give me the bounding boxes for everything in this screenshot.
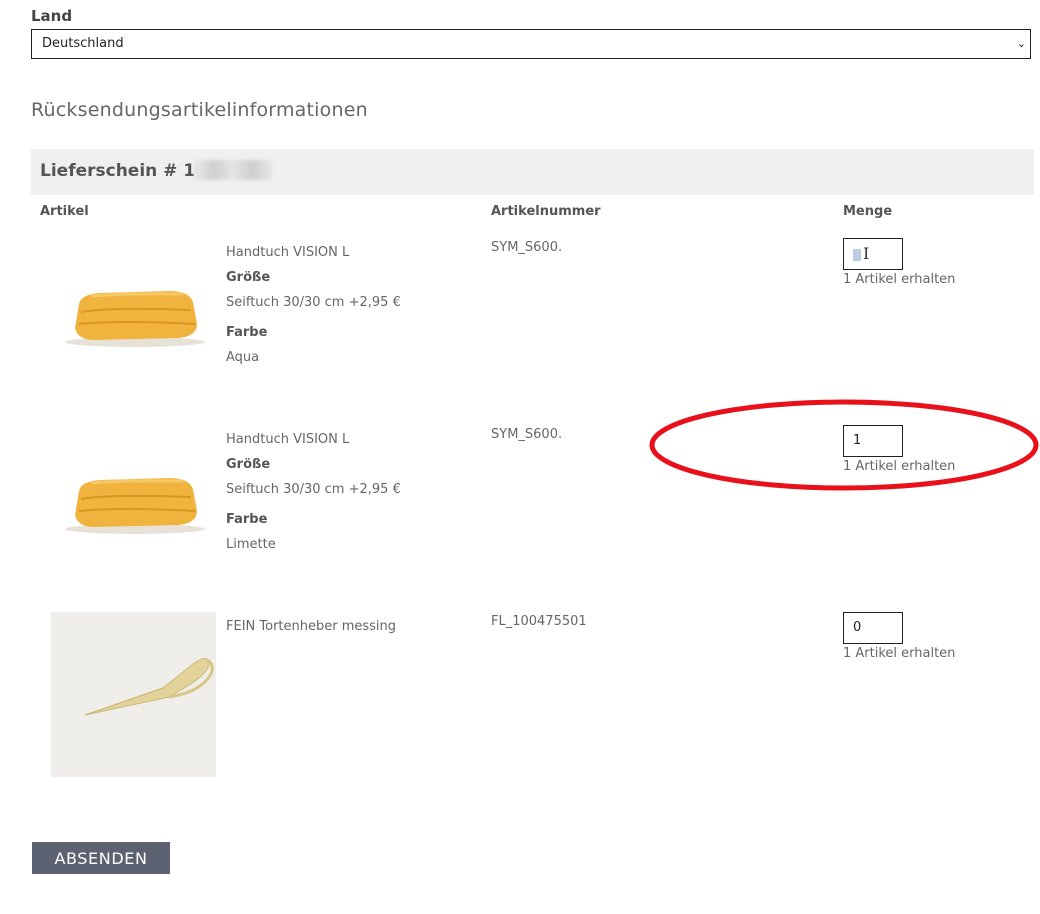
quantity-value: 0	[853, 620, 862, 635]
size-value: Seiftuch 30/30 cm +2,95 €	[226, 295, 401, 310]
quantity-input[interactable]: 0	[843, 612, 903, 644]
submit-button[interactable]: ABSENDEN	[32, 842, 170, 874]
color-value: Aqua	[226, 350, 260, 365]
received-count: 1 Artikel erhalten	[843, 646, 956, 661]
size-label: Größe	[226, 457, 271, 472]
quantity-input[interactable]: 1	[843, 425, 903, 457]
column-header-artikelnummer: Artikelnummer	[491, 204, 601, 219]
received-count: 1 Artikel erhalten	[843, 272, 956, 287]
product-image-towel	[65, 291, 205, 347]
land-label: Land	[31, 7, 73, 25]
item-sku: FL_100475501	[491, 614, 587, 629]
quantity-value: 1	[853, 433, 862, 448]
item-sku: SYM_S600.	[491, 240, 563, 255]
item-details: Handtuch VISION L Größe Seiftuch 30/30 c…	[226, 427, 401, 562]
lieferschein-title: Lieferschein # 102	[40, 161, 219, 181]
lieferschein-header: Lieferschein # 102	[31, 149, 1034, 195]
item-details: FEIN Tortenheber messing	[226, 614, 396, 639]
color-label: Farbe	[226, 512, 268, 527]
redacted-number	[194, 160, 272, 180]
item-name: Handtuch VISION L	[226, 432, 350, 447]
section-title: Rücksendungsartikelinformationen	[31, 99, 368, 121]
product-image-cake-server	[51, 612, 216, 777]
size-label: Größe	[226, 270, 271, 285]
quantity-input[interactable]: I	[843, 238, 903, 270]
product-image-towel	[65, 478, 205, 534]
text-cursor-icon: I	[863, 244, 870, 263]
text-selection	[853, 249, 861, 261]
size-value: Seiftuch 30/30 cm +2,95 €	[226, 482, 401, 497]
received-count: 1 Artikel erhalten	[843, 459, 956, 474]
item-sku: SYM_S600.	[491, 427, 563, 442]
country-select[interactable]: Deutschland ⌄	[31, 29, 1031, 59]
color-value: Limette	[226, 537, 276, 552]
chevron-down-icon: ⌄	[1016, 37, 1026, 50]
column-header-artikel: Artikel	[40, 204, 89, 219]
item-details: Handtuch VISION L Größe Seiftuch 30/30 c…	[226, 240, 401, 375]
country-select-value: Deutschland	[42, 36, 124, 51]
column-header-menge: Menge	[843, 204, 893, 219]
item-name: FEIN Tortenheber messing	[226, 619, 397, 634]
item-name: Handtuch VISION L	[226, 245, 350, 260]
color-label: Farbe	[226, 325, 268, 340]
